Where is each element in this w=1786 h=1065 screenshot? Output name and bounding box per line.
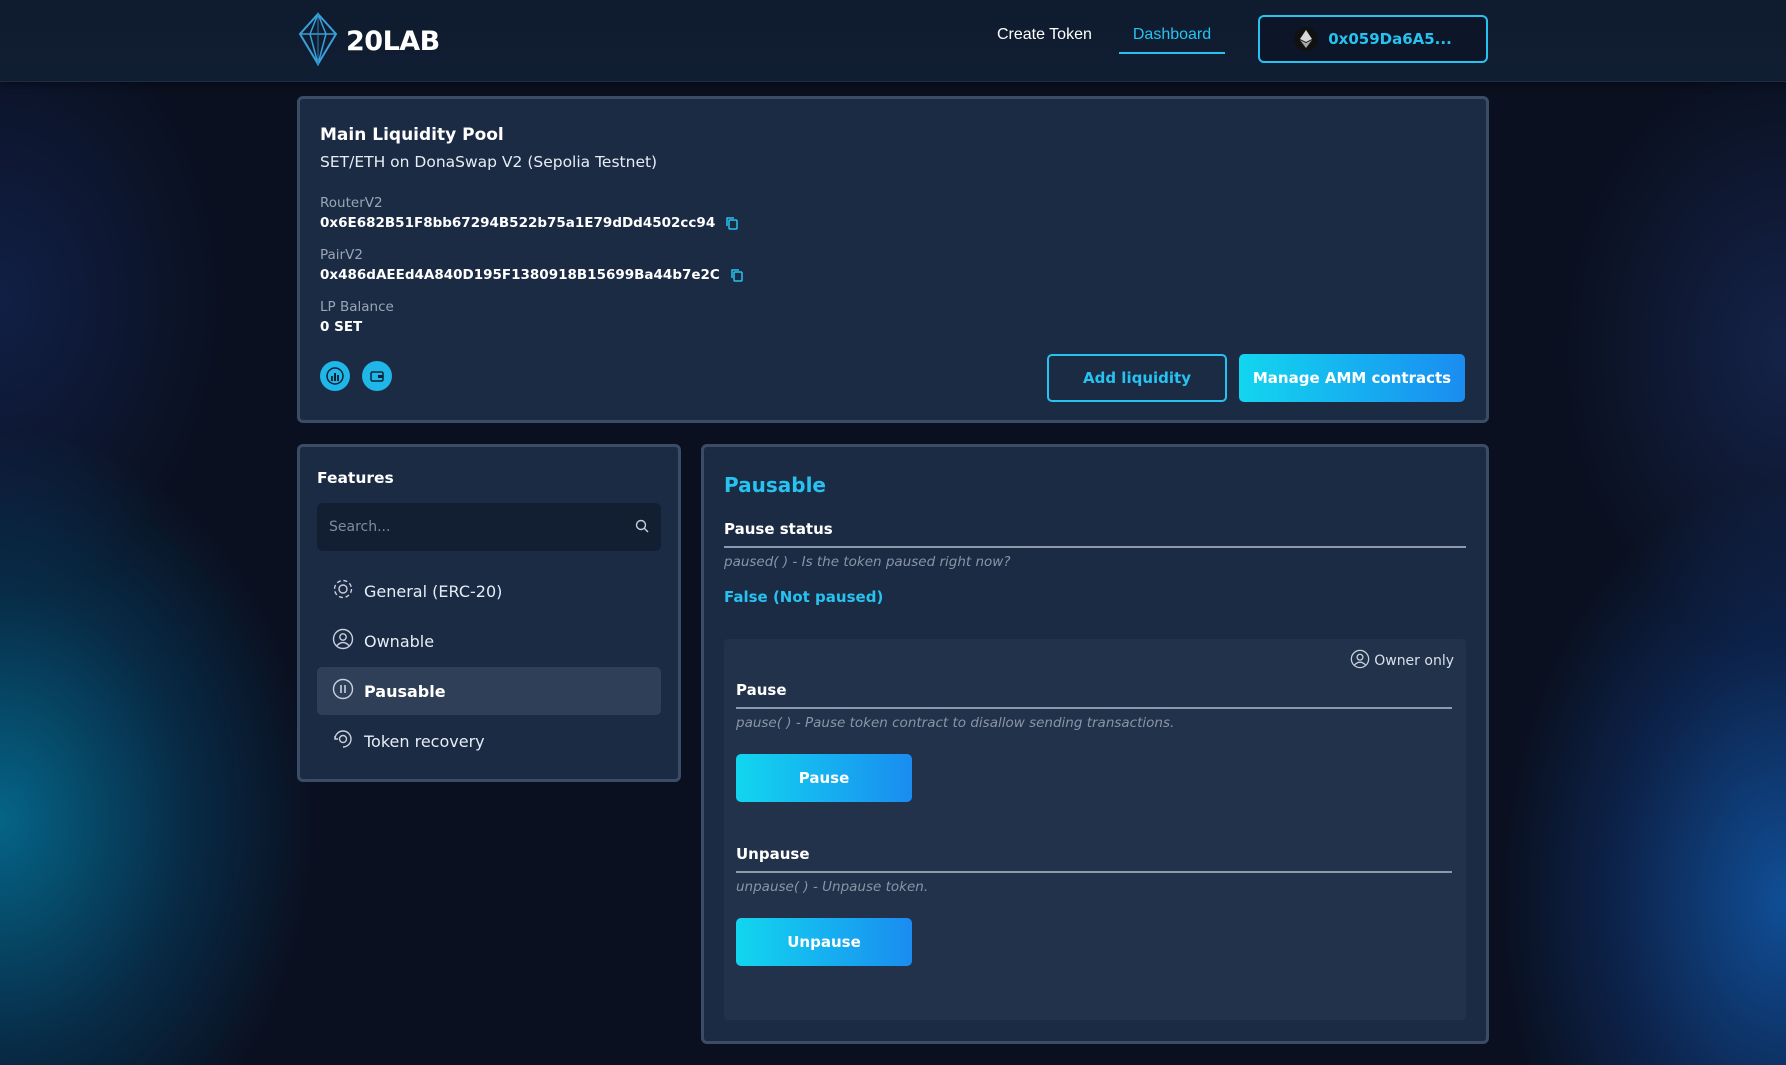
feature-item-ownable[interactable]: Ownable <box>317 617 661 665</box>
chart-icon[interactable] <box>320 361 350 391</box>
feature-item-token-recovery[interactable]: Token recovery <box>317 717 661 765</box>
nav-create-token[interactable]: Create Token <box>997 26 1092 44</box>
search-input[interactable]: Search... <box>317 503 661 551</box>
logo-diamond-icon <box>296 11 340 70</box>
wallet-address: 0x059Da6A5... <box>1328 30 1452 48</box>
pool-title: Main Liquidity Pool <box>320 125 504 145</box>
pause-status-description: paused( ) - Is the token paused right no… <box>724 554 1011 570</box>
lp-balance-label: LP Balance <box>320 299 394 315</box>
recovery-icon <box>332 728 354 754</box>
nav-dashboard[interactable]: Dashboard <box>1119 26 1225 54</box>
copy-icon[interactable] <box>725 216 739 230</box>
features-title: Features <box>317 469 394 487</box>
pair-address-row: 0x486dAEEd4A840D195F1380918B15699Ba44b7e… <box>320 267 744 283</box>
pause-button[interactable]: Pause <box>736 754 912 802</box>
search-icon[interactable] <box>635 518 649 537</box>
router-address-row: 0x6E682B51F8bb67294B522b75a1E79dDd4502cc… <box>320 215 739 231</box>
pausable-panel: Pausable Pause status paused( ) - Is the… <box>701 444 1489 1044</box>
wallet-icon[interactable] <box>362 361 392 391</box>
top-header: 20LAB Create Token Dashboard 0x059Da6A5.… <box>0 0 1786 82</box>
feature-item-pausable[interactable]: Pausable <box>317 667 661 715</box>
divider <box>736 871 1452 873</box>
feature-item-label: Token recovery <box>364 731 485 751</box>
owner-only-label: Owner only <box>1374 653 1454 669</box>
divider <box>736 707 1452 709</box>
logo[interactable]: 20LAB <box>296 11 440 70</box>
owner-actions-panel: Owner only Pause pause( ) - Pause token … <box>724 639 1466 1020</box>
search-placeholder: Search... <box>329 519 391 535</box>
unpause-description: unpause( ) - Unpause token. <box>736 879 929 895</box>
user-circle-icon <box>1350 649 1370 673</box>
add-liquidity-button[interactable]: Add liquidity <box>1047 354 1227 402</box>
pair-address: 0x486dAEEd4A840D195F1380918B15699Ba44b7e… <box>320 267 720 283</box>
wallet-button[interactable]: 0x059Da6A5... <box>1258 15 1488 63</box>
unpause-heading: Unpause <box>736 845 810 863</box>
logo-text: 20LAB <box>346 25 440 57</box>
features-panel: Features Search... General (ERC-20) Owna… <box>297 444 681 782</box>
pool-subtitle: SET/ETH on DonaSwap V2 (Sepolia Testnet) <box>320 153 658 171</box>
pause-heading: Pause <box>736 681 787 699</box>
feature-item-label: General (ERC-20) <box>364 581 503 601</box>
pause-status-value: False (Not paused) <box>724 588 884 606</box>
lp-balance-value: 0 SET <box>320 319 363 335</box>
manage-amm-button[interactable]: Manage AMM contracts <box>1239 354 1465 402</box>
feature-item-general[interactable]: General (ERC-20) <box>317 567 661 615</box>
section-title: Pausable <box>724 473 826 497</box>
divider <box>724 546 1466 548</box>
router-address: 0x6E682B51F8bb67294B522b75a1E79dDd4502cc… <box>320 215 716 231</box>
owner-only-badge: Owner only <box>1350 649 1454 673</box>
router-label: RouterV2 <box>320 195 383 211</box>
feature-item-label: Ownable <box>364 631 435 651</box>
gear-icon <box>332 578 354 604</box>
pause-description: pause( ) - Pause token contract to disal… <box>736 715 1175 731</box>
pool-icon-group <box>320 361 392 391</box>
feature-item-label: Pausable <box>364 681 446 701</box>
liquidity-pool-card: Main Liquidity Pool SET/ETH on DonaSwap … <box>297 96 1489 423</box>
copy-icon[interactable] <box>730 268 744 282</box>
pause-circle-icon <box>332 678 354 704</box>
pair-label: PairV2 <box>320 247 363 263</box>
unpause-button[interactable]: Unpause <box>736 918 912 966</box>
user-circle-icon <box>332 628 354 654</box>
ethereum-icon <box>1294 27 1319 51</box>
pause-status-heading: Pause status <box>724 520 833 538</box>
